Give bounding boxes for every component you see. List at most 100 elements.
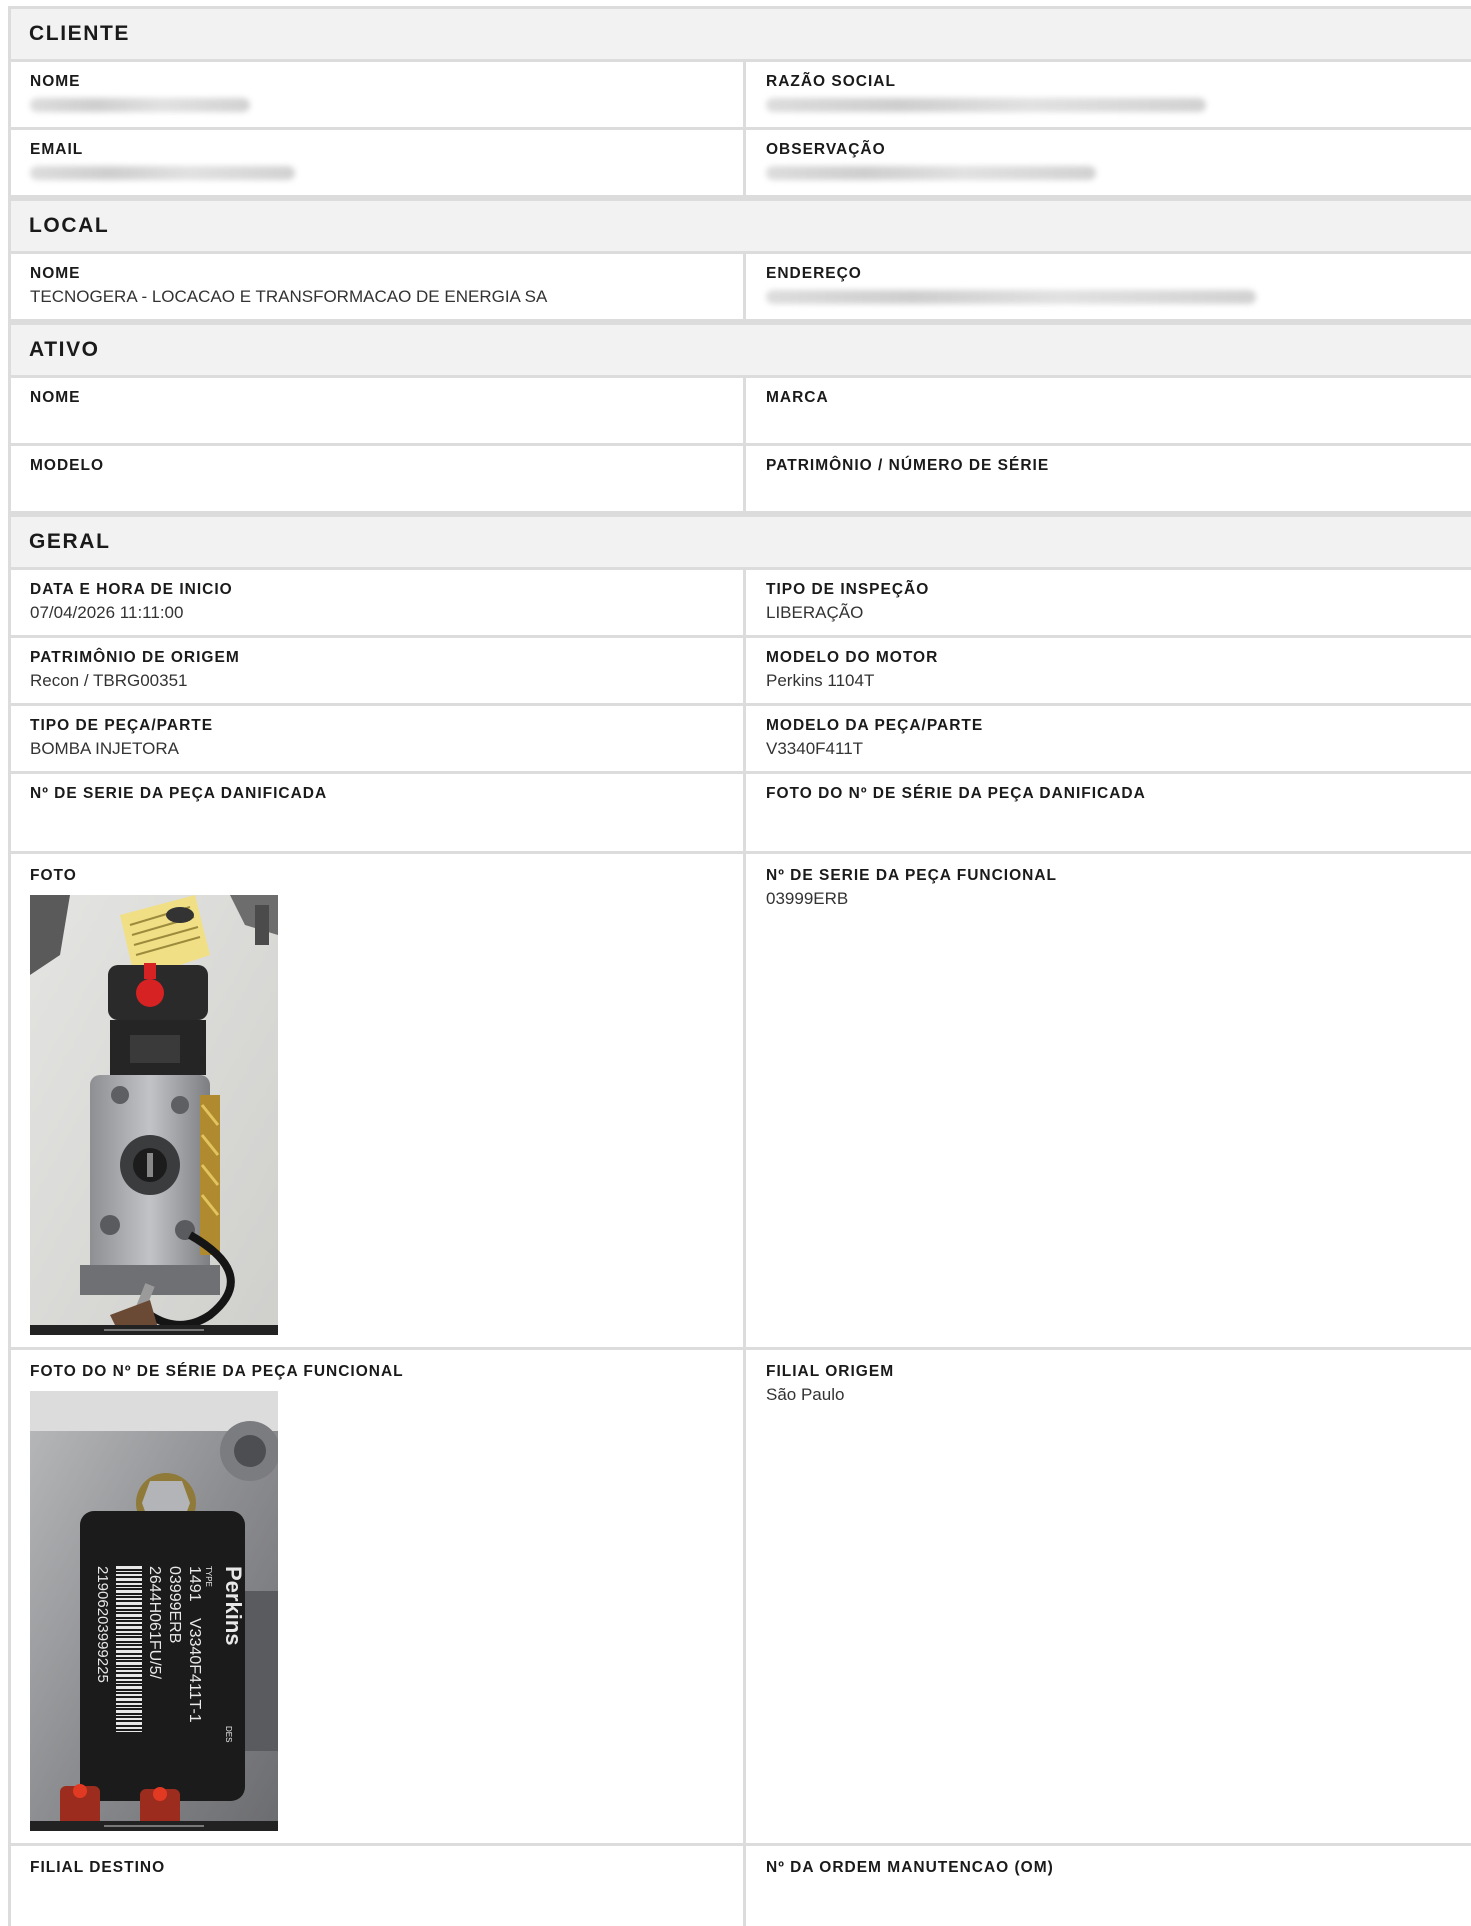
- barcode-bar: [116, 1722, 142, 1725]
- geral-row-7: FILIAL DESTINO Nº DA ORDEM MANUTENCAO (O…: [11, 1846, 1471, 1926]
- cliente-row-1: NOME RAZÃO SOCIAL: [11, 62, 1471, 130]
- barcode-bar: [116, 1626, 142, 1629]
- cliente-obs-field: OBSERVAÇÃO: [746, 130, 1471, 195]
- barcode-bar: [116, 1646, 142, 1648]
- geral-serie-funcional-field: Nº DE SERIE DA PEÇA FUNCIONAL 03999ERB: [746, 854, 1471, 1347]
- injection-pump-image: [30, 895, 278, 1335]
- plate-brand: Perkins: [221, 1566, 246, 1646]
- barcode-bar: [116, 1727, 142, 1729]
- geral-row-2: PATRIMÔNIO DE ORIGEM Recon / TBRG00351 M…: [11, 638, 1471, 706]
- local-nome-field: NOME TECNOGERA - LOCACAO E TRANSFORMACAO…: [11, 254, 746, 319]
- ativo-nome-label: NOME: [30, 389, 81, 406]
- geral-patrimonio-origem-field: PATRIMÔNIO DE ORIGEM Recon / TBRG00351: [11, 638, 746, 703]
- serial-plate-photo[interactable]: Perkins DES TYPE 1491 V3340F411T-1 03999…: [30, 1391, 278, 1831]
- barcode-bar: [116, 1710, 142, 1713]
- geral-modelo-motor-label: MODELO DO MOTOR: [766, 649, 939, 666]
- local-row-1: NOME TECNOGERA - LOCACAO E TRANSFORMACAO…: [11, 254, 1471, 322]
- injection-pump-photo[interactable]: [30, 895, 278, 1335]
- barcode-bar: [116, 1718, 142, 1720]
- cliente-nome-label: NOME: [30, 73, 81, 90]
- geral-tipo-inspecao-value: LIBERAÇÃO: [766, 603, 864, 622]
- ativo-nome-field: NOME: [11, 378, 746, 443]
- geral-tipo-inspecao-field: TIPO DE INSPEÇÃO LIBERAÇÃO: [746, 570, 1471, 635]
- barcode-bar: [116, 1574, 142, 1576]
- plate-line-1b: V3340F411T-1: [186, 1618, 203, 1723]
- plate-type-word: TYPE: [204, 1566, 213, 1587]
- photo-timestamp-strip: [30, 1325, 278, 1335]
- local-nome-value: TECNOGERA - LOCACAO E TRANSFORMACAO DE E…: [30, 287, 548, 306]
- geral-row-3: TIPO DE PEÇA/PARTE BOMBA INJETORA MODELO…: [11, 706, 1471, 774]
- geral-row-6: FOTO DO Nº DE SÉRIE DA PEÇA FUNCIONAL Pe…: [11, 1350, 1471, 1846]
- barcode-bar: [116, 1707, 142, 1708]
- barcode-bar: [116, 1607, 142, 1609]
- ativo-marca-label: MARCA: [766, 389, 829, 406]
- geral-foto-serie-funcional-field: FOTO DO Nº DE SÉRIE DA PEÇA FUNCIONAL Pe…: [11, 1350, 746, 1843]
- section-cliente-header: CLIENTE: [11, 6, 1471, 62]
- barcode-bar: [116, 1631, 142, 1633]
- barcode-bar: [116, 1670, 142, 1672]
- cliente-row-2: EMAIL OBSERVAÇÃO: [11, 130, 1471, 198]
- barcode-bar: [116, 1643, 142, 1644]
- barcode-bar: [116, 1611, 142, 1612]
- barcode-bar: [116, 1650, 142, 1653]
- geral-foto-field: FOTO: [11, 854, 746, 1347]
- section-ativo-header: ATIVO: [11, 322, 1471, 378]
- barcode-bar: [116, 1731, 142, 1732]
- barcode-bar: [116, 1694, 142, 1696]
- geral-filial-origem-label: FILIAL ORIGEM: [766, 1363, 895, 1380]
- plate-line-1: 1491: [186, 1566, 203, 1602]
- barcode-bar: [116, 1698, 142, 1701]
- barcode-bar: [116, 1571, 142, 1572]
- geral-foto-serie-danificada-field: FOTO DO Nº DE SÉRIE DA PEÇA DANIFICADA: [746, 774, 1471, 851]
- geral-filial-origem-value: São Paulo: [766, 1385, 845, 1404]
- ativo-row-1: NOME MARCA: [11, 378, 1471, 446]
- geral-tipo-inspecao-label: TIPO DE INSPEÇÃO: [766, 581, 930, 598]
- redacted-value: [30, 98, 250, 112]
- ativo-marca-field: MARCA: [746, 378, 1471, 443]
- cliente-email-label: EMAIL: [30, 141, 84, 158]
- barcode-bar: [116, 1679, 142, 1681]
- redacted-value: [766, 290, 1256, 304]
- section-geral-header: GERAL: [11, 514, 1471, 570]
- barcode-bar: [116, 1595, 142, 1596]
- geral-serie-danificada-label: Nº DE SERIE DA PEÇA DANIFICADA: [30, 785, 328, 802]
- barcode-bar: [116, 1703, 142, 1705]
- ativo-row-2: MODELO PATRIMÔNIO / NÚMERO DE SÉRIE: [11, 446, 1471, 514]
- barcode-bar: [116, 1691, 142, 1692]
- barcode-bar: [116, 1638, 142, 1641]
- barcode-bar: [116, 1598, 142, 1600]
- ativo-modelo-field: MODELO: [11, 446, 746, 511]
- geral-data-label: DATA E HORA DE INICIO: [30, 581, 233, 598]
- geral-foto-serie-funcional-label: FOTO DO Nº DE SÉRIE DA PEÇA FUNCIONAL: [30, 1363, 404, 1380]
- geral-modelo-peca-value: V3340F411T: [766, 739, 864, 758]
- barcode-bar: [116, 1622, 142, 1624]
- ativo-patrimonio-field: PATRIMÔNIO / NÚMERO DE SÉRIE: [746, 446, 1471, 511]
- redacted-value: [30, 166, 295, 180]
- barcode-bar: [116, 1683, 142, 1684]
- geral-filial-origem-field: FILIAL ORIGEM São Paulo: [746, 1350, 1471, 1843]
- cliente-nome-field: NOME: [11, 62, 746, 127]
- local-nome-label: NOME: [30, 265, 81, 282]
- barcode-bar: [116, 1602, 142, 1605]
- geral-row-5: FOTO Nº DE SERIE DA PEÇA FUNCIONAL 03999…: [11, 854, 1471, 1350]
- plate-line-2: 03999ERB: [166, 1566, 183, 1643]
- cliente-obs-label: OBSERVAÇÃO: [766, 141, 886, 158]
- barcode-bar: [116, 1655, 142, 1657]
- ativo-modelo-label: MODELO: [30, 457, 105, 474]
- barcode-bar: [116, 1583, 142, 1585]
- barcode-bar: [116, 1674, 142, 1677]
- geral-serie-danificada-field: Nº DE SERIE DA PEÇA DANIFICADA: [11, 774, 746, 851]
- barcode-bar: [116, 1566, 142, 1569]
- geral-modelo-motor-field: MODELO DO MOTOR Perkins 1104T: [746, 638, 1471, 703]
- redacted-value: [766, 166, 1096, 180]
- barcode-bar: [116, 1614, 142, 1617]
- geral-modelo-peca-field: MODELO DA PEÇA/PARTE V3340F411T: [746, 706, 1471, 771]
- geral-patrimonio-origem-label: PATRIMÔNIO DE ORIGEM: [30, 649, 240, 666]
- barcode-bar: [116, 1662, 142, 1665]
- serial-plate-image: Perkins DES TYPE 1491 V3340F411T-1 03999…: [30, 1391, 278, 1831]
- barcode-bar: [116, 1659, 142, 1660]
- section-local-header: LOCAL: [11, 198, 1471, 254]
- ativo-patrimonio-label: PATRIMÔNIO / NÚMERO DE SÉRIE: [766, 457, 1050, 474]
- geral-patrimonio-origem-value: Recon / TBRG00351: [30, 671, 188, 690]
- geral-row-1: DATA E HORA DE INICIO 07/04/2026 11:11:0…: [11, 570, 1471, 638]
